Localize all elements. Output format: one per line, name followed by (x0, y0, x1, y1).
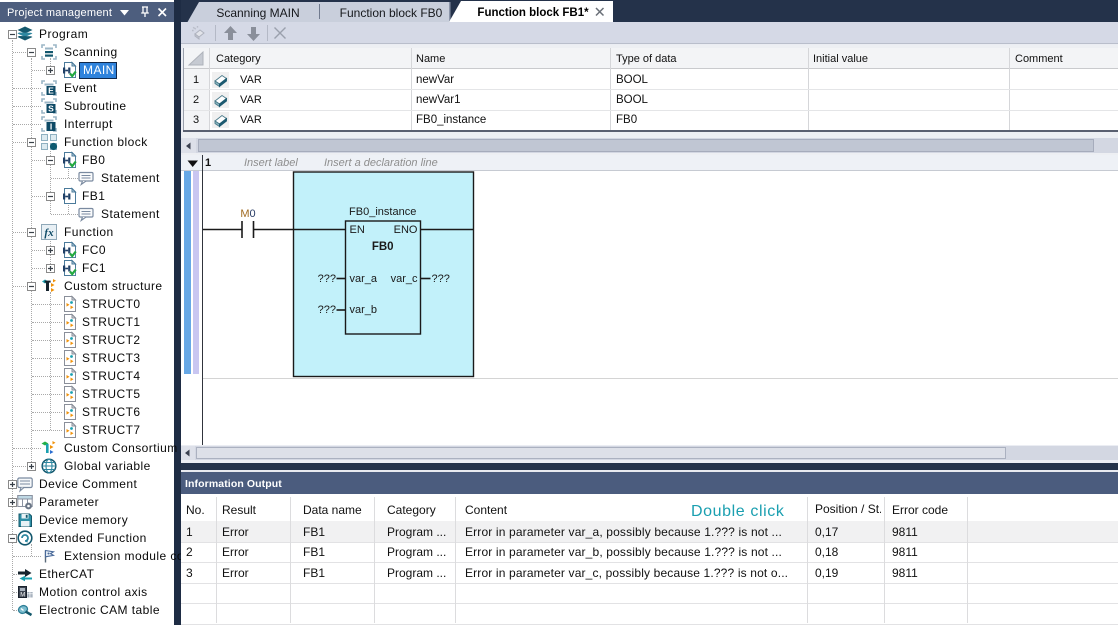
svg-text:M: M (20, 593, 25, 599)
svg-text:S: S (48, 104, 54, 114)
svg-text:E: E (48, 86, 54, 96)
svg-text:fx: fx (44, 227, 54, 239)
svg-text:I: I (50, 122, 52, 132)
